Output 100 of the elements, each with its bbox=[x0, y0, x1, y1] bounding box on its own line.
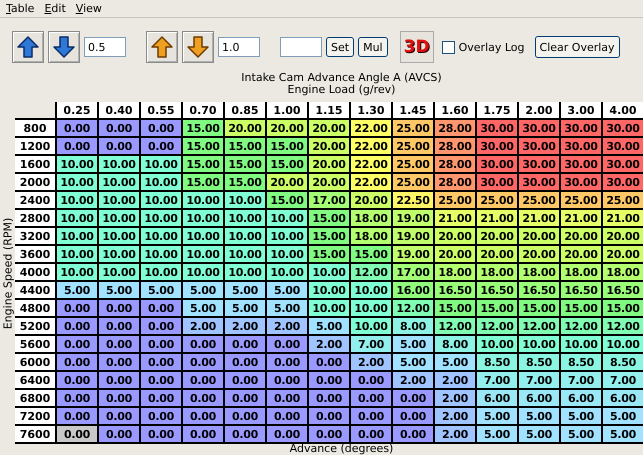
table-cell[interactable]: 12.00 bbox=[351, 264, 391, 280]
table-cell[interactable]: 10.00 bbox=[225, 192, 265, 208]
table-cell[interactable]: 0.00 bbox=[225, 336, 265, 352]
table-cell[interactable]: 0.00 bbox=[57, 426, 97, 442]
table-cell[interactable]: 0.00 bbox=[267, 426, 307, 442]
table-cell[interactable]: 0.00 bbox=[309, 390, 349, 406]
table-cell[interactable]: 18.00 bbox=[519, 264, 559, 280]
table-cell[interactable]: 12.00 bbox=[519, 318, 559, 334]
table-cell[interactable]: 10.00 bbox=[57, 156, 97, 172]
table-cell[interactable]: 0.00 bbox=[99, 408, 139, 424]
table-cell[interactable]: 2.00 bbox=[393, 372, 433, 388]
table-cell[interactable]: 22.00 bbox=[351, 174, 391, 190]
table-cell[interactable]: 25.00 bbox=[561, 192, 601, 208]
table-cell[interactable]: 15.00 bbox=[519, 300, 559, 316]
table-cell[interactable]: 10.00 bbox=[351, 318, 391, 334]
table-cell[interactable]: 2.00 bbox=[267, 318, 307, 334]
table-cell[interactable]: 15.00 bbox=[435, 300, 475, 316]
table-cell[interactable]: 0.00 bbox=[57, 336, 97, 352]
table-cell[interactable]: 0.00 bbox=[57, 120, 97, 136]
menu-item[interactable]: Table bbox=[2, 2, 40, 15]
table-cell[interactable]: 16.00 bbox=[393, 282, 433, 298]
set-button[interactable]: Set bbox=[326, 37, 354, 57]
table-cell[interactable]: 0.00 bbox=[267, 390, 307, 406]
table-cell[interactable]: 20.00 bbox=[435, 228, 475, 244]
table-cell[interactable]: 15.00 bbox=[183, 174, 223, 190]
table-cell[interactable]: 10.00 bbox=[351, 300, 391, 316]
table-cell[interactable]: 10.00 bbox=[99, 246, 139, 262]
table-cell[interactable]: 5.00 bbox=[183, 300, 223, 316]
table-cell[interactable]: 30.00 bbox=[477, 120, 517, 136]
table-cell[interactable]: 5.00 bbox=[267, 282, 307, 298]
table-cell[interactable]: 28.00 bbox=[435, 120, 475, 136]
table-cell[interactable]: 19.00 bbox=[393, 228, 433, 244]
table-cell[interactable]: 17.00 bbox=[309, 192, 349, 208]
table-cell[interactable]: 2.00 bbox=[351, 354, 391, 370]
table-cell[interactable]: 0.00 bbox=[99, 318, 139, 334]
table-cell[interactable]: 12.00 bbox=[393, 300, 433, 316]
table-cell[interactable]: 30.00 bbox=[477, 138, 517, 154]
table-cell[interactable]: 30.00 bbox=[519, 156, 559, 172]
table-cell[interactable]: 0.00 bbox=[141, 408, 181, 424]
table-cell[interactable]: 6.00 bbox=[519, 390, 559, 406]
table-cell[interactable]: 5.00 bbox=[393, 336, 433, 352]
table-cell[interactable]: 0.00 bbox=[99, 372, 139, 388]
table-cell[interactable]: 10.00 bbox=[57, 264, 97, 280]
table-cell[interactable]: 20.00 bbox=[309, 174, 349, 190]
table-cell[interactable]: 12.00 bbox=[561, 318, 601, 334]
table-cell[interactable]: 10.00 bbox=[225, 228, 265, 244]
table-cell[interactable]: 30.00 bbox=[519, 120, 559, 136]
table-cell[interactable]: 10.00 bbox=[267, 228, 307, 244]
table-cell[interactable]: 20.00 bbox=[309, 120, 349, 136]
table-cell[interactable]: 0.00 bbox=[183, 336, 223, 352]
table-cell[interactable]: 10.00 bbox=[141, 192, 181, 208]
table-cell[interactable]: 20.00 bbox=[351, 192, 391, 208]
table-cell[interactable]: 16.50 bbox=[477, 282, 517, 298]
table-cell[interactable]: 20.00 bbox=[225, 120, 265, 136]
table-cell[interactable]: 0.00 bbox=[225, 408, 265, 424]
table-cell[interactable]: 10.00 bbox=[57, 228, 97, 244]
table-cell[interactable]: 30.00 bbox=[603, 174, 643, 190]
table-cell[interactable]: 0.00 bbox=[141, 300, 181, 316]
table-cell[interactable]: 15.00 bbox=[309, 210, 349, 226]
table-cell[interactable]: 5.00 bbox=[141, 282, 181, 298]
table-cell[interactable]: 16.50 bbox=[519, 282, 559, 298]
table-cell[interactable]: 20.00 bbox=[603, 246, 643, 262]
table-cell[interactable]: 5.00 bbox=[477, 408, 517, 424]
table-cell[interactable]: 0.00 bbox=[99, 336, 139, 352]
table-cell[interactable]: 5.00 bbox=[225, 282, 265, 298]
table-cell[interactable]: 8.00 bbox=[435, 336, 475, 352]
table-cell[interactable]: 0.00 bbox=[57, 372, 97, 388]
table-cell[interactable]: 10.00 bbox=[225, 210, 265, 226]
overlay-log-checkbox[interactable] bbox=[442, 40, 455, 54]
table-cell[interactable]: 10.00 bbox=[225, 264, 265, 280]
table-cell[interactable]: 5.00 bbox=[561, 408, 601, 424]
factor-field[interactable]: 1.0 bbox=[218, 37, 260, 57]
table-cell[interactable]: 0.00 bbox=[393, 426, 433, 442]
table-cell[interactable]: 5.00 bbox=[99, 282, 139, 298]
table-cell[interactable]: 0.00 bbox=[57, 300, 97, 316]
table-cell[interactable]: 0.00 bbox=[351, 426, 391, 442]
table-cell[interactable]: 18.00 bbox=[435, 264, 475, 280]
table-cell[interactable]: 0.00 bbox=[99, 390, 139, 406]
table-cell[interactable]: 19.00 bbox=[393, 246, 433, 262]
mul-button[interactable]: Mul bbox=[358, 37, 388, 57]
table-cell[interactable]: 25.00 bbox=[519, 192, 559, 208]
table-cell[interactable]: 10.00 bbox=[183, 210, 223, 226]
table-cell[interactable]: 30.00 bbox=[561, 120, 601, 136]
table-cell[interactable]: 10.00 bbox=[477, 336, 517, 352]
table-cell[interactable]: 15.00 bbox=[603, 300, 643, 316]
table-cell[interactable]: 10.00 bbox=[225, 246, 265, 262]
table-cell[interactable]: 0.00 bbox=[309, 372, 349, 388]
table-cell[interactable]: 0.00 bbox=[393, 408, 433, 424]
table-cell[interactable]: 10.00 bbox=[519, 336, 559, 352]
table-cell[interactable]: 20.00 bbox=[435, 246, 475, 262]
table-cell[interactable]: 0.00 bbox=[141, 354, 181, 370]
table-cell[interactable]: 0.00 bbox=[99, 120, 139, 136]
table-cell[interactable]: 5.00 bbox=[309, 318, 349, 334]
table-cell[interactable]: 7.00 bbox=[477, 372, 517, 388]
menu-item[interactable]: View bbox=[72, 2, 108, 15]
table-cell[interactable]: 2.00 bbox=[435, 408, 475, 424]
table-cell[interactable]: 20.00 bbox=[561, 228, 601, 244]
table-cell[interactable]: 25.00 bbox=[393, 120, 433, 136]
table-cell[interactable]: 15.00 bbox=[183, 138, 223, 154]
table-cell[interactable]: 0.00 bbox=[267, 354, 307, 370]
